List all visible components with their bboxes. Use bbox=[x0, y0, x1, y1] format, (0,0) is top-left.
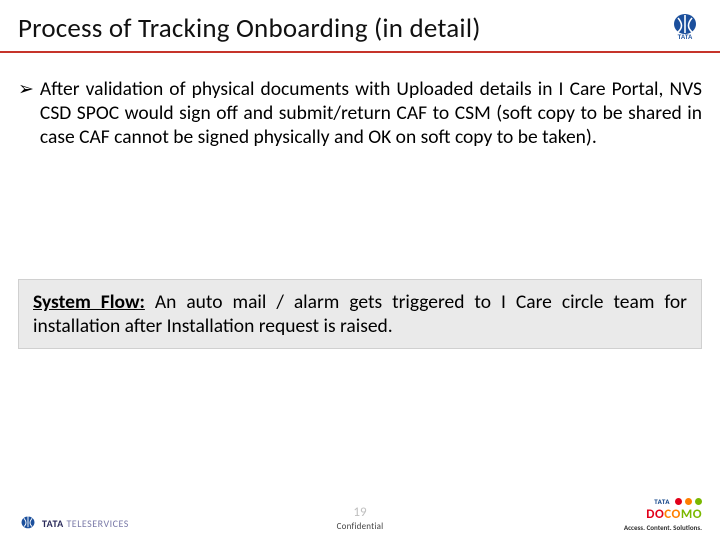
tag-solutions: Solutions. bbox=[673, 523, 702, 532]
dot-green-icon bbox=[695, 498, 702, 505]
docomo-tagline: Access. Content. Solutions. bbox=[624, 523, 702, 532]
docomo-part-mo: MO bbox=[681, 507, 702, 522]
tata-mark-icon bbox=[18, 514, 38, 532]
teleservices-wordmark: TATA TELESERVICES bbox=[42, 517, 129, 530]
dot-red-icon bbox=[675, 498, 682, 505]
svg-text:TATA: TATA bbox=[678, 35, 693, 40]
brand-tata: TATA bbox=[42, 517, 64, 530]
bullet-text: After validation of physical documents w… bbox=[40, 77, 702, 149]
system-flow-box: System Flow: An auto mail / alarm gets t… bbox=[18, 279, 702, 349]
brand-teleservices: TELESERVICES bbox=[66, 517, 128, 530]
tag-content: Content. bbox=[647, 523, 672, 532]
dot-orange-icon bbox=[685, 498, 692, 505]
tata-logo-icon: TATA bbox=[668, 14, 702, 45]
docomo-part-co: CO bbox=[664, 507, 681, 522]
docomo-wordmark: DOCOMO bbox=[646, 507, 702, 522]
tag-access: Access. bbox=[624, 523, 645, 532]
slide: Process of Tracking Onboarding (in detai… bbox=[0, 0, 720, 540]
docomo-dots-icon bbox=[675, 498, 702, 505]
content-area: ➢ After validation of physical documents… bbox=[0, 55, 720, 149]
tata-docomo-logo: TATA DOCOMO Access. Content. Solutions. bbox=[624, 497, 702, 532]
header: Process of Tracking Onboarding (in detai… bbox=[0, 0, 720, 45]
system-flow-label: System Flow: bbox=[33, 290, 145, 314]
docomo-part-do: DO bbox=[646, 507, 664, 522]
slide-title: Process of Tracking Onboarding (in detai… bbox=[18, 12, 481, 45]
bullet-item: ➢ After validation of physical documents… bbox=[18, 77, 702, 149]
bullet-arrow-icon: ➢ bbox=[18, 77, 34, 102]
tata-teleservices-logo: TATA TELESERVICES bbox=[18, 514, 129, 532]
docomo-tata-mini: TATA bbox=[654, 497, 670, 506]
footer: TATA TELESERVICES TATA DOCOMO A bbox=[0, 497, 720, 532]
